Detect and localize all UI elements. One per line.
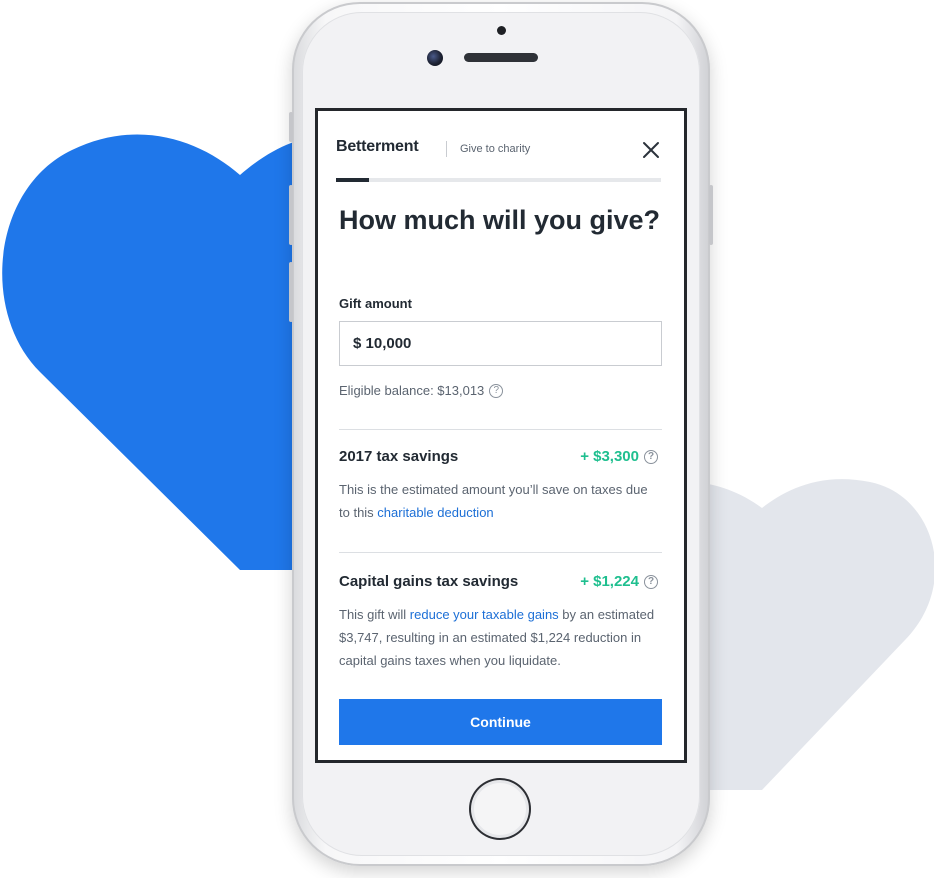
tax-savings-amount: + $3,300 <box>580 448 639 465</box>
tax-savings-value: + $3,300 ? <box>580 448 658 465</box>
proximity-sensor <box>497 26 506 35</box>
tax-savings-title: 2017 tax savings <box>339 448 459 465</box>
capital-gains-text-1: This gift will <box>339 607 410 622</box>
phone-screen: Betterment Give to charity How much will… <box>315 108 687 763</box>
page-title: How much will you give? <box>339 205 661 235</box>
capital-gains-value: + $1,224 ? <box>580 573 658 590</box>
capital-gains-description: This gift will reduce your taxable gains… <box>339 603 657 672</box>
section-divider <box>339 552 662 553</box>
capital-gains-amount: + $1,224 <box>580 573 639 590</box>
volume-down-button <box>289 262 293 322</box>
progress-bar-fill <box>336 178 369 182</box>
header-divider <box>446 141 447 157</box>
eligible-balance: Eligible balance: $13,013 ? <box>339 383 504 398</box>
volume-up-button <box>289 185 293 245</box>
continue-button[interactable]: Continue <box>339 699 662 745</box>
question-circle-icon[interactable]: ? <box>644 449 658 464</box>
app-header: Betterment Give to charity <box>318 111 684 182</box>
question-circle-icon[interactable]: ? <box>644 574 658 589</box>
close-icon[interactable] <box>640 139 662 161</box>
question-circle-icon[interactable]: ? <box>489 383 504 398</box>
gift-amount-input[interactable] <box>339 321 662 366</box>
charitable-deduction-link[interactable]: charitable deduction <box>377 505 493 520</box>
section-divider <box>339 429 662 430</box>
gift-amount-label: Gift amount <box>339 296 412 311</box>
tax-savings-description: This is the estimated amount you’ll save… <box>339 478 657 524</box>
earpiece-speaker <box>464 53 538 62</box>
brand-logo: Betterment <box>336 138 419 155</box>
reduce-taxable-gains-link[interactable]: reduce your taxable gains <box>410 607 559 622</box>
progress-bar <box>336 178 661 182</box>
capital-gains-title: Capital gains tax savings <box>339 573 519 590</box>
gray-heart-shape <box>680 479 934 790</box>
eligible-balance-text: Eligible balance: $13,013 <box>339 383 485 398</box>
power-button <box>709 185 713 245</box>
flow-title: Give to charity <box>460 143 531 155</box>
mute-switch <box>289 112 293 142</box>
front-camera <box>427 50 443 66</box>
home-button[interactable] <box>469 778 531 840</box>
